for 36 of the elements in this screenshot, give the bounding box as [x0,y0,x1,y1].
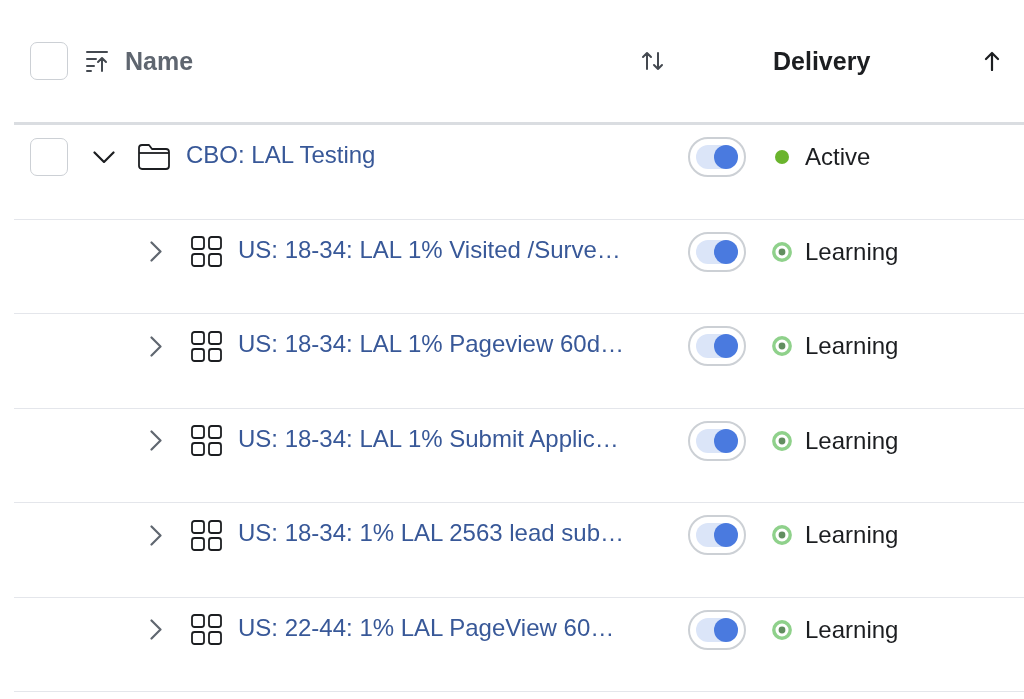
column-header[interactable]: Name [125,46,194,76]
grid-icon [190,425,222,456]
select-all-checkbox[interactable] [30,42,68,80]
chevron-right-icon[interactable] [150,335,162,357]
up-arrow-icon[interactable] [984,51,1000,71]
grid-icon [190,236,222,267]
grid-icon [190,614,222,645]
row-checkbox[interactable] [30,138,68,176]
grid-icon [190,330,222,362]
toggle-switch[interactable] [688,137,746,177]
chevron-right-icon[interactable] [150,241,162,262]
status-text: Learning [805,615,899,644]
folder-icon [138,144,170,170]
ad-set-name-link[interactable]: US: 18-34: 1% LAL 2563 lead sub… [238,519,625,547]
chevron-right-icon[interactable] [150,619,162,640]
ad-set-name-link[interactable]: US: 22-44: 1% LAL PageView 60… [238,613,615,642]
campaign-name-link[interactable]: CBO: LAL Testing [186,141,376,169]
toggle-switch[interactable] [688,326,746,366]
chevron-right-icon[interactable] [150,430,162,451]
status-text: Learning [805,521,899,549]
ad-set-name-link[interactable]: US: 18-34: LAL 1% Visited /Surve… [238,235,621,264]
chevron-right-icon[interactable] [150,524,162,546]
status-text: Active [805,143,871,171]
chevron-down-icon[interactable] [93,151,115,163]
status-text: Learning [805,332,899,360]
toggle-switch[interactable] [688,420,746,461]
grid-icon [190,519,222,551]
status-text: Learning [805,426,899,455]
ad-set-name-link[interactable]: US: 18-34: LAL 1% Submit Applic… [238,424,619,453]
sort-icon[interactable] [85,49,109,73]
toggle-switch[interactable] [688,231,746,272]
toggle-switch[interactable] [688,609,746,650]
sort-arrows-icon[interactable] [641,51,664,71]
status-text: Learning [805,237,899,266]
ad-set-name-link[interactable]: US: 18-34: LAL 1% Pageview 60d… [238,330,624,358]
toggle-switch[interactable] [688,515,746,555]
